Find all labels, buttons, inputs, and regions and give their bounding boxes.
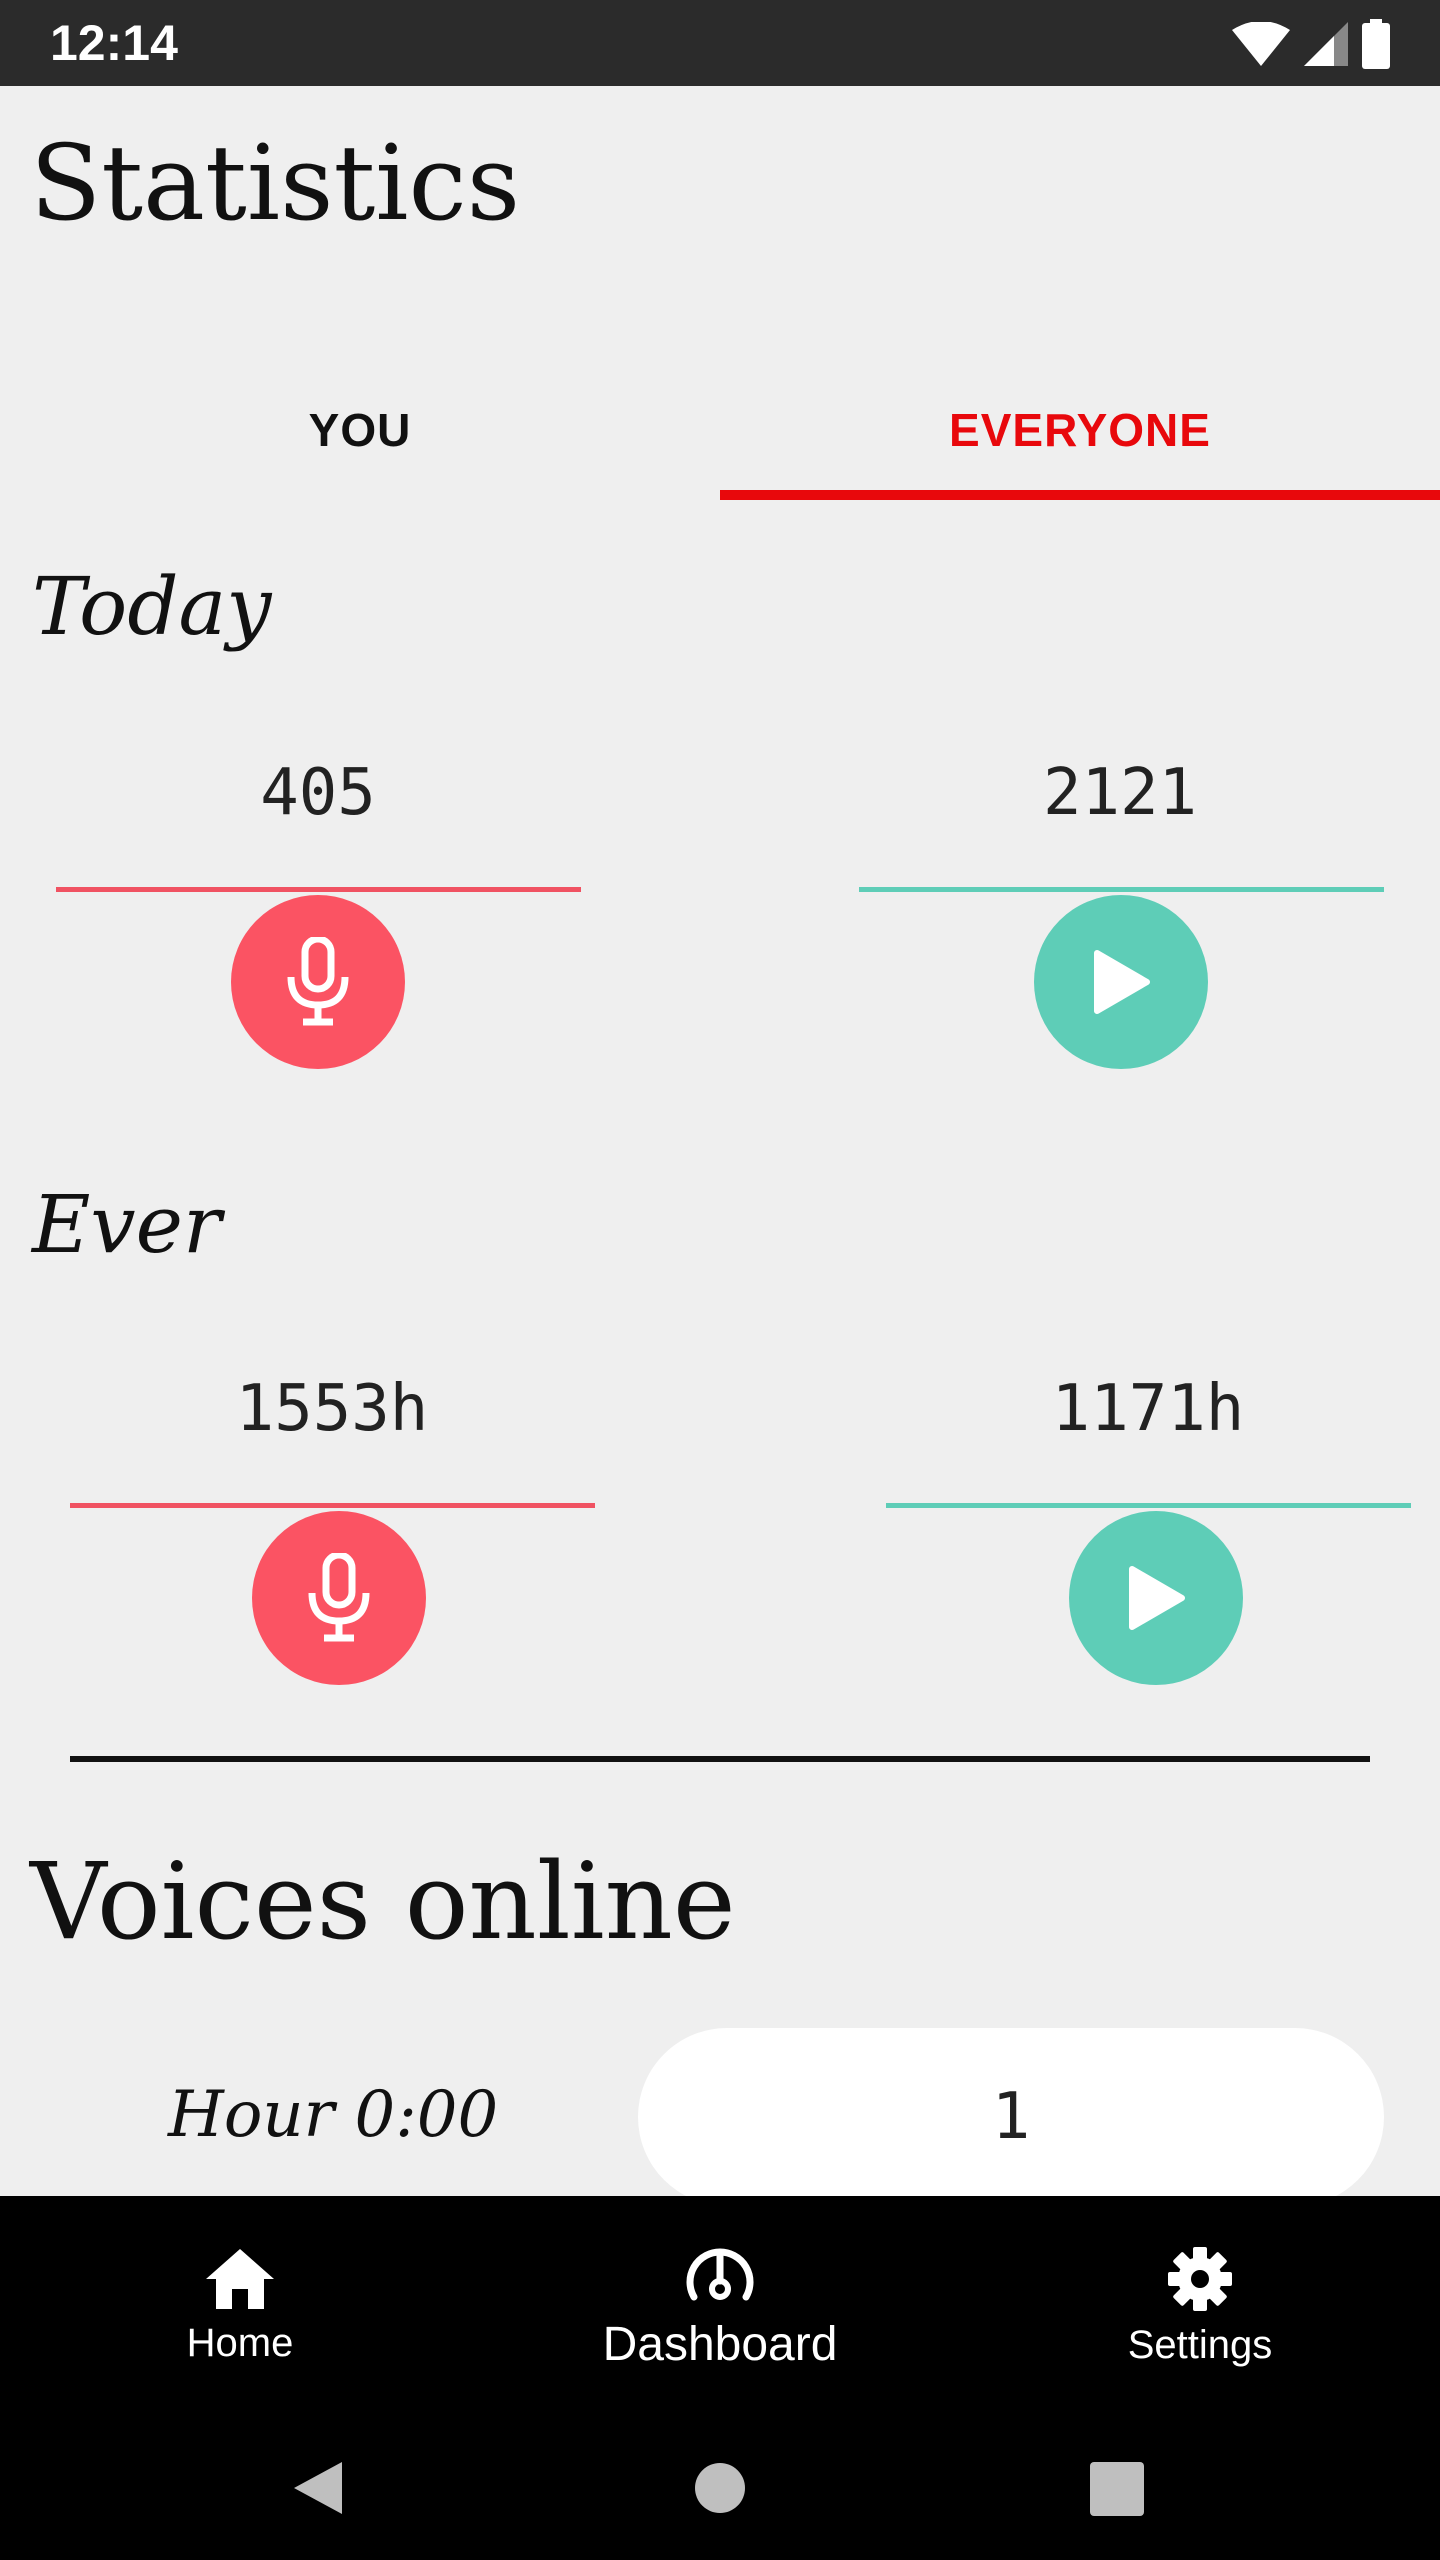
section-divider: [70, 1756, 1370, 1762]
system-navigation-bar: [0, 2416, 1440, 2560]
voices-count-pill: 1: [638, 2028, 1384, 2206]
section-label-ever: Ever: [32, 1178, 222, 1271]
listen-button[interactable]: [1034, 895, 1208, 1069]
status-bar: [0, 0, 1440, 86]
record-button[interactable]: [231, 895, 405, 1069]
status-time: 12:14: [50, 15, 178, 71]
today-listened-value: 2121: [1042, 756, 1198, 830]
ever-listened-underline: [886, 1503, 1411, 1508]
hour-label: Hour 0:00: [168, 2078, 499, 2152]
ever-recorded-underline: [70, 1503, 595, 1508]
section-label-today: Today: [32, 560, 272, 653]
nav-label-settings: Settings: [1127, 2322, 1273, 2367]
back-icon[interactable]: [290, 2458, 346, 2518]
dashboard-icon: [686, 2248, 754, 2300]
listen-button[interactable]: [1069, 1511, 1243, 1685]
tab-selected-indicator: [720, 490, 1440, 500]
microphone-icon: [308, 1553, 370, 1642]
home-circle-icon[interactable]: [694, 2462, 746, 2514]
tab-you[interactable]: YOU: [0, 380, 720, 480]
status-icons: [1232, 16, 1390, 72]
play-icon: [1129, 1566, 1185, 1630]
voices-count: 1: [991, 2080, 1031, 2154]
battery-icon: [1362, 19, 1390, 69]
play-icon: [1094, 950, 1150, 1014]
wifi-icon: [1232, 22, 1290, 66]
voices-online-title: Voices online: [30, 1840, 736, 1963]
nav-item-home[interactable]: Home: [80, 2196, 400, 2416]
record-button[interactable]: [252, 1511, 426, 1685]
ever-listened-value: 1171h: [1051, 1372, 1245, 1446]
bottom-navigation: Home Dashboard Settings: [0, 2196, 1440, 2416]
nav-label-dashboard: Dashboard: [602, 2317, 838, 2371]
nav-item-settings[interactable]: Settings: [1040, 2196, 1360, 2416]
gear-icon: [1168, 2246, 1232, 2311]
today-recorded-underline: [56, 887, 581, 892]
nav-item-dashboard[interactable]: Dashboard: [560, 2196, 880, 2416]
recents-icon[interactable]: [1090, 2462, 1144, 2516]
tab-everyone[interactable]: EVERYONE: [720, 380, 1440, 480]
today-recorded-value: 405: [260, 756, 376, 830]
page-title: Statistics: [30, 122, 521, 244]
today-listened-underline: [859, 887, 1384, 892]
microphone-icon: [287, 937, 349, 1026]
ever-recorded-value: 1553h: [235, 1372, 429, 1446]
nav-label-home: Home: [186, 2320, 294, 2365]
home-icon: [206, 2248, 274, 2309]
cellular-signal-icon: [1304, 22, 1348, 66]
